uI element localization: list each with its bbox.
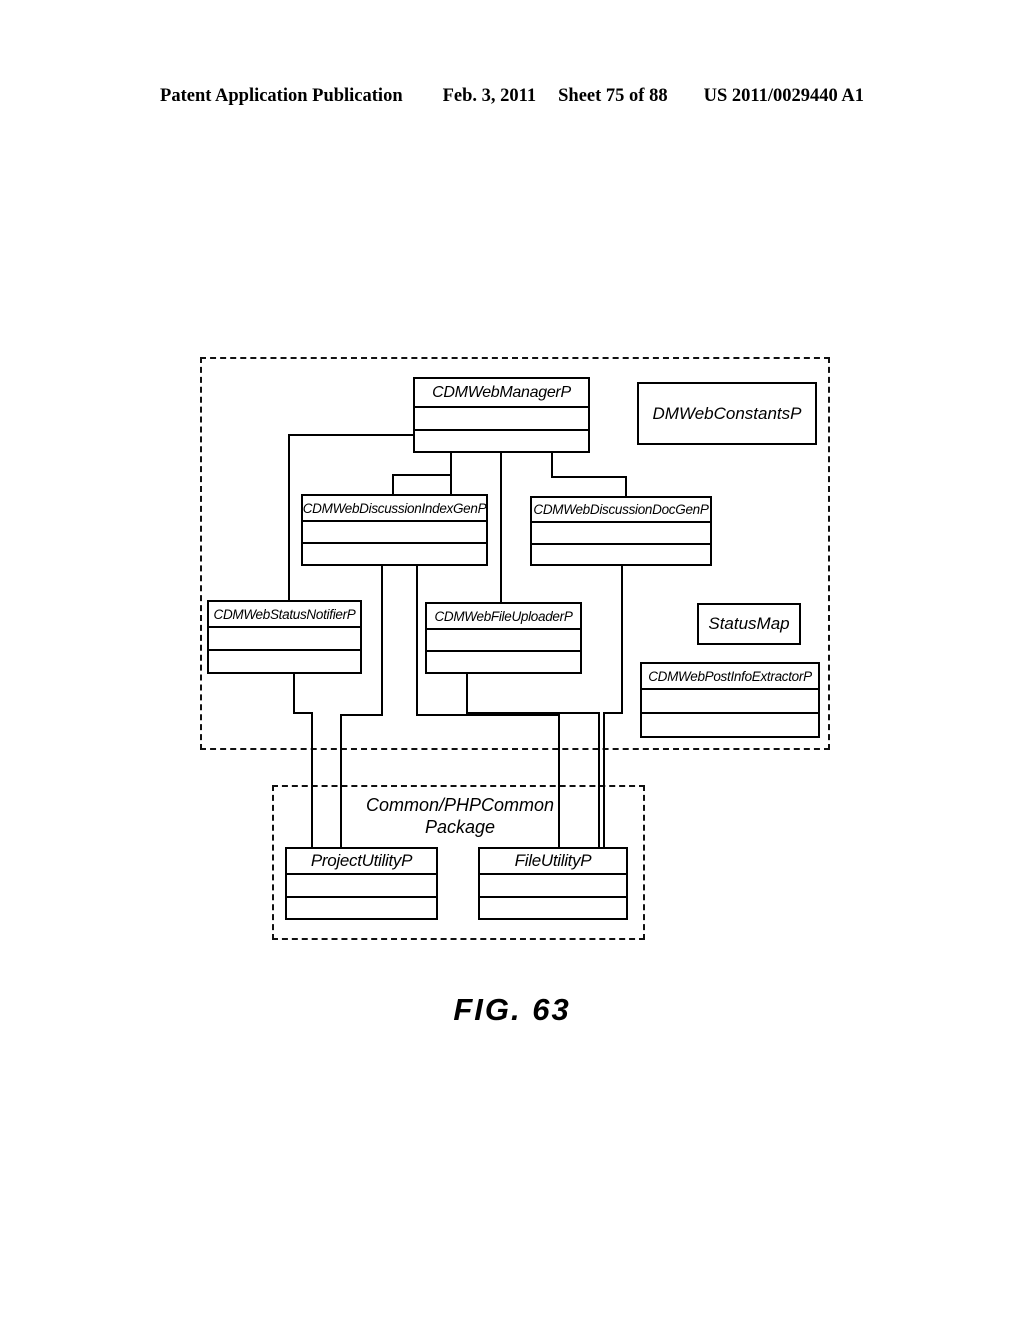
- connector-manager-statusnotifier-h1: [288, 434, 415, 436]
- class-name-cdm-web-discussion-doc-gen-p: CDMWebDiscussionDocGenP: [532, 498, 710, 523]
- connector-fileuploader-fileutility-v1: [466, 673, 468, 714]
- class-name-cdm-web-manager-p: CDMWebManagerP: [415, 379, 588, 408]
- class-name-file-utility-p: FileUtilityP: [480, 849, 626, 875]
- class-attributes-file-utility-p: [480, 875, 626, 898]
- connector-manager-fileuploader-v1: [500, 450, 502, 604]
- class-operations-cdm-web-discussion-doc-gen-p: [532, 545, 710, 565]
- class-attributes-project-utility-p: [287, 875, 436, 898]
- connector-manager-indexgen-v2: [392, 474, 394, 496]
- connector-manager-docgen-v1: [551, 450, 553, 478]
- connector-indexgen-projectutility-h1: [340, 714, 383, 716]
- connector-manager-indexgen-h1: [392, 474, 452, 476]
- class-operations-cdm-web-status-notifier-p: [209, 651, 360, 672]
- uml-class-diagram: Common/PHPCommon Package CDMWebManagerP …: [0, 0, 1024, 1320]
- connector-indexgen-projectutility-v1: [381, 564, 383, 716]
- class-box-cdm-web-manager-p[interactable]: CDMWebManagerP: [413, 377, 590, 453]
- class-operations-cdm-web-discussion-index-gen-p: [303, 544, 486, 564]
- class-operations-cdm-web-post-info-extractor-p: [642, 714, 818, 736]
- connector-manager-statusnotifier-v1: [288, 434, 290, 602]
- class-operations-cdm-web-manager-p: [415, 431, 588, 452]
- class-name-project-utility-p: ProjectUtilityP: [287, 849, 436, 875]
- class-box-dm-web-constants-p[interactable]: DMWebConstantsP: [637, 382, 817, 445]
- connector-docgen-fileutility-h1: [603, 712, 623, 714]
- class-box-file-utility-p[interactable]: FileUtilityP: [478, 847, 628, 920]
- connector-statusnotifier-projectutility-h1: [293, 712, 313, 714]
- connector-indexgen-fileutility-h1: [416, 714, 560, 716]
- class-name-cdm-web-status-notifier-p: CDMWebStatusNotifierP: [209, 602, 360, 628]
- class-box-cdm-web-file-uploader-p[interactable]: CDMWebFileUploaderP: [425, 602, 582, 674]
- class-operations-cdm-web-file-uploader-p: [427, 652, 580, 672]
- class-name-cdm-web-post-info-extractor-p: CDMWebPostInfoExtractorP: [642, 664, 818, 690]
- connector-indexgen-fileutility-v1: [416, 564, 418, 716]
- class-box-project-utility-p[interactable]: ProjectUtilityP: [285, 847, 438, 920]
- class-box-cdm-web-status-notifier-p[interactable]: CDMWebStatusNotifierP: [207, 600, 362, 674]
- connector-manager-docgen-h1: [551, 476, 627, 478]
- figure-caption: FIG. 63: [453, 992, 571, 1027]
- connector-fileuploader-fileutility-h1: [466, 712, 600, 714]
- class-attributes-cdm-web-post-info-extractor-p: [642, 690, 818, 714]
- class-operations-file-utility-p: [480, 898, 626, 919]
- class-attributes-cdm-web-file-uploader-p: [427, 630, 580, 652]
- class-attributes-cdm-web-discussion-doc-gen-p: [532, 523, 710, 545]
- class-box-status-map[interactable]: StatusMap: [697, 603, 801, 645]
- connector-manager-docgen-v2: [625, 476, 627, 498]
- class-name-cdm-web-discussion-index-gen-p: CDMWebDiscussionIndexGenP: [303, 496, 486, 522]
- connector-docgen-fileutility-v2: [603, 712, 605, 849]
- class-box-cdm-web-post-info-extractor-p[interactable]: CDMWebPostInfoExtractorP: [640, 662, 820, 738]
- class-attributes-cdm-web-discussion-index-gen-p: [303, 522, 486, 544]
- connector-statusnotifier-projectutility-v2: [311, 712, 313, 849]
- class-attributes-cdm-web-manager-p: [415, 408, 588, 431]
- class-box-cdm-web-discussion-doc-gen-p[interactable]: CDMWebDiscussionDocGenP: [530, 496, 712, 566]
- connector-fileuploader-fileutility-v2: [598, 712, 600, 849]
- class-attributes-cdm-web-status-notifier-p: [209, 628, 360, 651]
- class-operations-project-utility-p: [287, 898, 436, 919]
- connector-docgen-fileutility-v1: [621, 566, 623, 714]
- class-name-cdm-web-file-uploader-p: CDMWebFileUploaderP: [427, 604, 580, 630]
- connector-manager-indexgen-v1: [450, 450, 452, 495]
- connector-statusnotifier-projectutility-v1: [293, 673, 295, 714]
- common-package-label: Common/PHPCommon Package: [365, 795, 555, 837]
- class-box-cdm-web-discussion-index-gen-p[interactable]: CDMWebDiscussionIndexGenP: [301, 494, 488, 566]
